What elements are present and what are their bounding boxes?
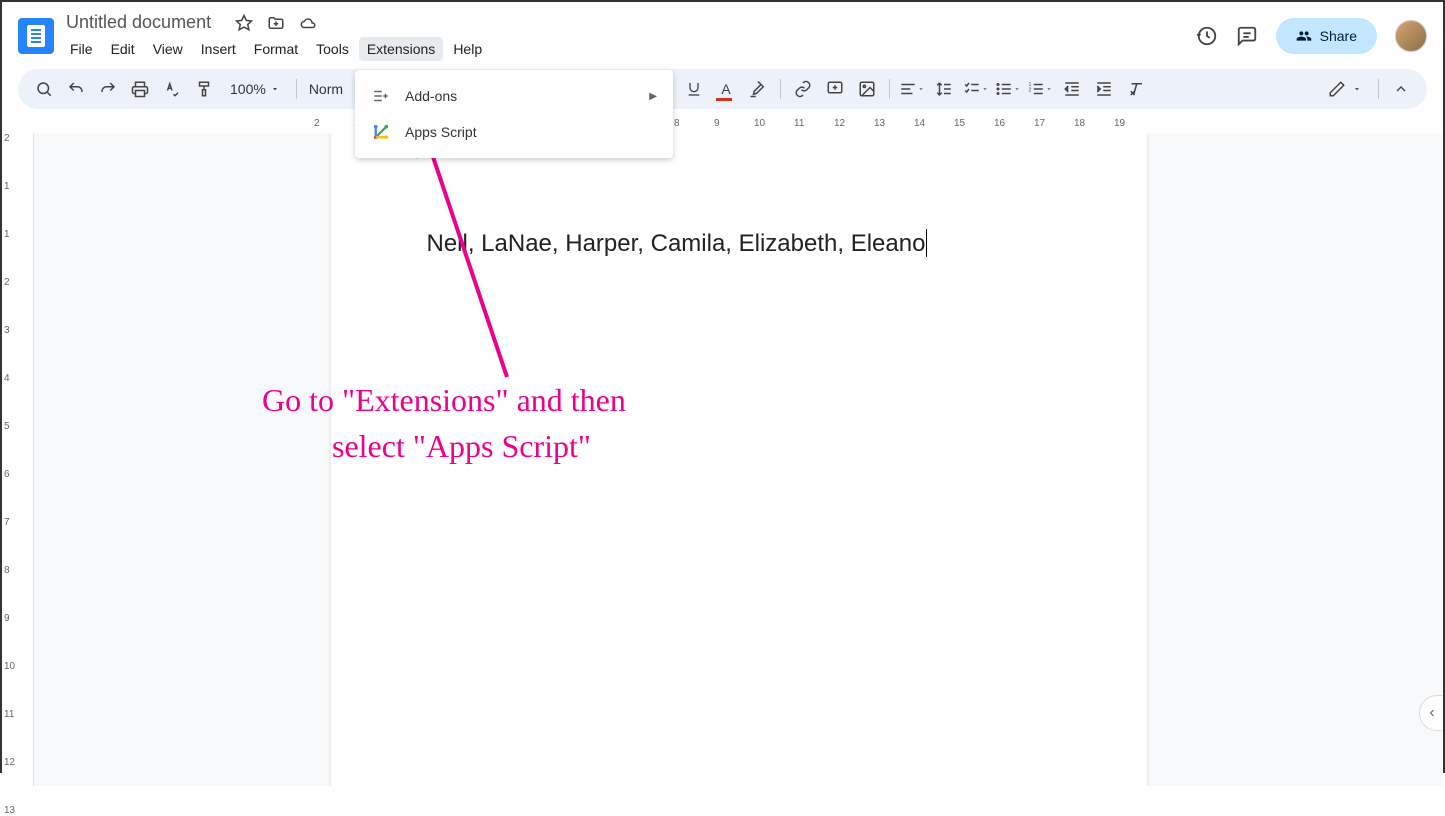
- undo-icon[interactable]: [62, 75, 90, 103]
- paragraph-style-select[interactable]: Norm: [305, 81, 347, 97]
- highlight-icon[interactable]: [744, 75, 772, 103]
- menu-file[interactable]: File: [62, 37, 101, 61]
- document-title[interactable]: Untitled document: [62, 10, 215, 35]
- bulleted-list-icon[interactable]: [994, 75, 1022, 103]
- title-area: Untitled document File Edit View Insert …: [62, 10, 1188, 61]
- svg-text:2: 2: [1029, 87, 1032, 93]
- menu-bar: File Edit View Insert Format Tools Exten…: [62, 37, 1188, 61]
- add-comment-icon[interactable]: [821, 75, 849, 103]
- apps-script-label: Apps Script: [405, 124, 477, 140]
- share-label: Share: [1320, 28, 1357, 44]
- chevron-right-icon: ▶: [649, 91, 657, 102]
- addons-label: Add-ons: [405, 88, 457, 104]
- separator: [1378, 79, 1379, 99]
- pencil-icon: [1328, 80, 1346, 98]
- separator: [889, 79, 890, 99]
- line-spacing-icon[interactable]: [930, 75, 958, 103]
- collapse-toolbar-icon[interactable]: [1387, 75, 1415, 103]
- docs-logo-icon[interactable]: [18, 18, 54, 54]
- share-icon: [1296, 28, 1312, 44]
- comment-icon[interactable]: [1236, 25, 1258, 47]
- share-button[interactable]: Share: [1276, 18, 1377, 54]
- separator: [296, 79, 297, 99]
- search-icon[interactable]: [30, 75, 58, 103]
- move-icon[interactable]: [267, 14, 285, 32]
- editing-mode-button[interactable]: [1320, 76, 1370, 102]
- extensions-dropdown: Add-ons ▶ Apps Script: [355, 70, 673, 158]
- align-icon[interactable]: [898, 75, 926, 103]
- history-icon[interactable]: [1196, 25, 1218, 47]
- horizontal-ruler: 2112345678910111213141516171819: [34, 117, 1443, 133]
- menu-tools[interactable]: Tools: [308, 37, 357, 61]
- format-paint-icon[interactable]: [190, 75, 218, 103]
- cloud-icon[interactable]: [299, 14, 317, 32]
- toolbar: 100% Norm A 12: [18, 69, 1427, 109]
- menu-view[interactable]: View: [145, 37, 191, 61]
- title-icons: [235, 14, 317, 32]
- header: Untitled document File Edit View Insert …: [2, 2, 1443, 69]
- chevron-down-icon: [1352, 84, 1362, 94]
- menu-edit[interactable]: Edit: [103, 37, 143, 61]
- dropdown-addons[interactable]: Add-ons ▶: [355, 78, 673, 114]
- dropdown-apps-script[interactable]: Apps Script: [355, 114, 673, 150]
- vertical-ruler: 2112345678910111213: [2, 133, 34, 786]
- spellcheck-icon[interactable]: [158, 75, 186, 103]
- document-page[interactable]: Neil, LaNae, Harper, Camila, Elizabeth, …: [331, 133, 1147, 786]
- apps-script-icon: [371, 122, 391, 142]
- workspace: 2112345678910111213 Neil, LaNae, Harper,…: [2, 133, 1443, 786]
- title-row: Untitled document: [62, 10, 1188, 35]
- redo-icon[interactable]: [94, 75, 122, 103]
- chevron-down-icon: [270, 84, 280, 94]
- menu-extensions[interactable]: Extensions: [359, 37, 443, 61]
- text-cursor: [926, 229, 927, 257]
- document-text[interactable]: Neil, LaNae, Harper, Camila, Elizabeth, …: [427, 229, 1051, 258]
- separator: [780, 79, 781, 99]
- header-right: Share: [1196, 18, 1427, 54]
- star-icon[interactable]: [235, 14, 253, 32]
- menu-format[interactable]: Format: [246, 37, 306, 61]
- menu-help[interactable]: Help: [445, 37, 490, 61]
- underline-icon[interactable]: [680, 75, 708, 103]
- numbered-list-icon[interactable]: 12: [1026, 75, 1054, 103]
- indent-decrease-icon[interactable]: [1058, 75, 1086, 103]
- checklist-icon[interactable]: [962, 75, 990, 103]
- link-icon[interactable]: [789, 75, 817, 103]
- clear-format-icon[interactable]: [1122, 75, 1150, 103]
- text-color-icon[interactable]: A: [712, 75, 740, 103]
- image-icon[interactable]: [853, 75, 881, 103]
- page-area: Neil, LaNae, Harper, Camila, Elizabeth, …: [34, 133, 1443, 786]
- print-icon[interactable]: [126, 75, 154, 103]
- user-avatar[interactable]: [1395, 20, 1427, 52]
- zoom-select[interactable]: 100%: [222, 81, 288, 97]
- addons-icon: [371, 86, 391, 106]
- menu-insert[interactable]: Insert: [193, 37, 244, 61]
- indent-increase-icon[interactable]: [1090, 75, 1118, 103]
